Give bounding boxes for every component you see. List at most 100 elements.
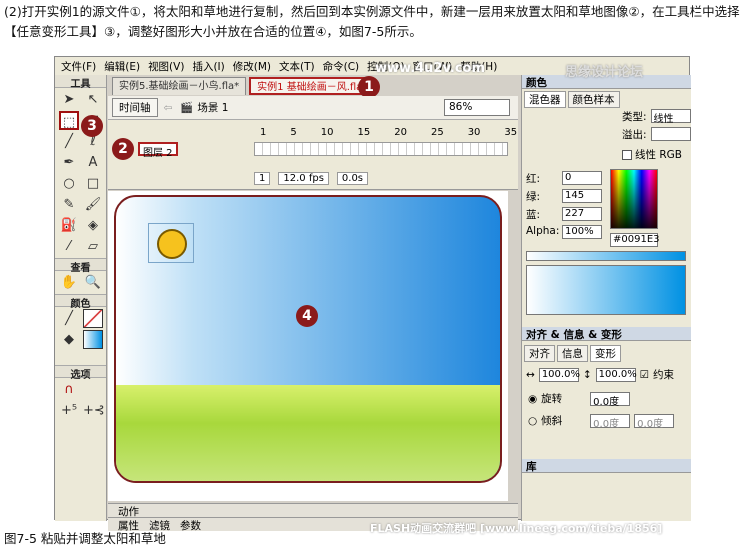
frame-number: 1 [260,126,267,138]
frame-number: 30 [467,126,481,138]
text-tool-icon[interactable]: A [83,153,103,172]
skew-v-input[interactable]: 0.0度 [634,413,675,430]
hex-input[interactable]: #0091E3 [610,233,660,247]
blue-label: 蓝: [526,209,541,221]
align-tab[interactable]: 对齐 [524,345,555,362]
menu-view[interactable]: 视图(V) [145,59,187,74]
timeline-status: 1 12.0 fps 0.0s [254,172,369,185]
blue-input[interactable]: 227 [562,207,602,221]
green-label: 绿: [526,191,541,203]
tab-wind-file[interactable]: 实例1 基础绘画－风.fla [249,77,371,95]
skew-h-input[interactable]: 0.0度 [590,413,631,430]
timeline-panel: 1 5 10 15 20 25 30 35 图层 2 2 1 12.0 fps … [108,120,518,190]
badge-1: 1 [358,76,380,98]
mixer-tab[interactable]: 混色器 [524,91,566,108]
overflow-select[interactable] [650,127,691,141]
timeline-button[interactable]: 时间轴 [112,98,158,117]
color-section-label: 颜色 [55,294,106,310]
sun-graphic[interactable] [148,223,194,263]
rotate-label: 旋转 [541,393,563,405]
snap-magnet-icon[interactable]: ∩ [59,380,79,399]
height-scale-icon: ↕ [582,368,592,381]
rotate-radio[interactable]: ◉ [528,393,537,405]
badge-2: 2 [112,138,134,160]
options-section-label: 选项 [55,365,106,381]
brush-tool-icon[interactable]: 🖌 [83,195,103,214]
type-select[interactable]: 线性 [650,109,691,125]
transform-tab[interactable]: 变形 [590,345,621,362]
actions-panel-header[interactable]: 动作 [108,503,518,518]
fill-swatch[interactable] [83,330,103,349]
frame-cells[interactable] [254,142,508,156]
menu-insert[interactable]: 插入(I) [189,59,227,74]
menu-modify[interactable]: 修改(M) [230,59,274,74]
frame-ruler: 1 5 10 15 20 25 30 35 [254,124,517,140]
rotate-input[interactable]: 0.0度 [590,391,631,408]
gradient-slider[interactable] [526,251,686,261]
line-tool-icon[interactable]: ╱ [59,132,79,151]
eyedropper-icon[interactable]: ⁄ [59,237,79,256]
constrain-checkbox[interactable]: ☑ [640,369,649,381]
document-area: 实例5.基础绘画－小鸟.fla* 实例1 基础绘画－风.fla 1 时间轴 ⇦ … [108,75,518,532]
subselection-tool-icon[interactable]: ↖ [83,90,103,109]
skew-radio[interactable]: ○ [528,415,537,427]
layer-row[interactable]: 图层 2 [138,142,178,159]
paint-bucket-icon[interactable]: ◈ [83,216,103,235]
scene-bar: 时间轴 ⇦ 🎬 场景 1 86% [108,96,518,120]
red-input[interactable]: 0 [562,171,602,185]
color-preview [526,265,686,315]
sun-face-icon [157,229,187,259]
scene-icon: 🎬 [180,102,194,114]
smooth-icon[interactable]: +⁵ [59,401,79,420]
menu-text[interactable]: 文本(T) [276,59,318,74]
overflow-label: 溢出: [622,129,647,141]
watermark-top: www.4u2v.com [375,61,486,76]
frame-rate: 12.0 fps [278,172,329,185]
rectangle-tool-icon[interactable]: □ [83,174,103,193]
eraser-icon[interactable]: ▱ [83,237,103,256]
pencil-tool-icon[interactable]: ✎ [59,195,79,214]
straighten-icon[interactable]: +⊰ [83,401,105,420]
stroke-color-icon[interactable]: ╱ [59,309,79,328]
back-arrow-icon[interactable]: ⇦ [164,102,173,114]
linear-rgb-label: 线性 RGB [635,149,682,161]
frame-number: 15 [357,126,371,138]
oval-tool-icon[interactable]: ○ [59,174,79,193]
stroke-swatch[interactable] [83,309,103,328]
pen-tool-icon[interactable]: ✒ [59,153,79,172]
library-panel-header[interactable]: 库 [522,459,691,473]
doc-tabs: 实例5.基础绘画－小鸟.fla* 实例1 基础绘画－风.fla [108,77,518,96]
grass-graphic[interactable] [116,385,500,481]
hand-tool-icon[interactable]: ✋ [59,273,79,292]
swatches-tab[interactable]: 颜色样本 [567,91,620,108]
width-scale-input[interactable]: 100.0% [538,367,580,382]
linear-rgb-checkbox[interactable] [622,149,632,160]
tools-panel: 工具 ➤ ↖ ⬚ ▤ ╱ ℓ ✒ A ○ □ ✎ 🖌 ⛽ ◈ ⁄ ▱ 查看 ✋ … [55,75,107,521]
current-frame: 1 [254,172,271,185]
tab-bird-file[interactable]: 实例5.基础绘画－小鸟.fla* [112,77,247,95]
ink-bottle-icon[interactable]: ⛽ [59,216,79,235]
badge-4: 4 [296,305,318,327]
menu-command[interactable]: 命令(C) [320,59,363,74]
menu-file[interactable]: 文件(F) [58,59,99,74]
instruction-text: (2)打开实例1的源文件①，将太阳和草地进行复制，然后回到本实例源文件中，新建一… [4,4,740,39]
selection-tool-icon[interactable]: ➤ [59,90,79,109]
elapsed-time: 0.0s [336,172,369,185]
free-transform-tool-icon[interactable]: ⬚ [59,111,79,130]
height-scale-input[interactable]: 100.0% [595,367,637,382]
alpha-input[interactable]: 100% [562,225,602,239]
scene-label: 场景 1 [197,102,229,114]
info-tab[interactable]: 信息 [557,345,588,362]
badge-3: 3 [81,115,103,137]
zoom-tool-icon[interactable]: 🔍 [83,273,103,292]
params-tab[interactable]: 参数 [180,518,201,532]
stage-canvas[interactable]: 4 [114,195,502,483]
green-input[interactable]: 145 [562,189,602,203]
color-spectrum[interactable] [610,169,658,229]
zoom-select[interactable]: 86% [444,99,510,116]
frame-number: 25 [430,126,444,138]
menu-edit[interactable]: 编辑(E) [101,59,143,74]
transform-panel-header[interactable]: 对齐 & 信息 & 变形 [522,327,691,341]
tools-header: 工具 [55,75,106,90]
fill-color-icon[interactable]: ◆ [59,330,79,349]
